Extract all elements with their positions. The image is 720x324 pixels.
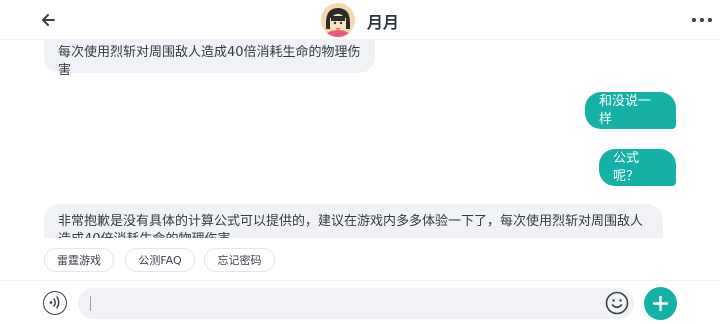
- message-text: 每次使用烈斩对周围敌人造成40倍消耗生命的物理伤害: [58, 45, 361, 78]
- avatar: [321, 3, 355, 37]
- message-list: 每次使用烈斩对周围敌人造成40倍消耗生命的物理伤害 和没说一样 公式呢？ 非常抱…: [0, 40, 720, 238]
- message-text: 非常抱歉是没有具体的计算公式可以提供的，建议在游戏内多多体验一下了，每次使用烈斩…: [58, 214, 644, 238]
- chat-header: 月月: [0, 0, 720, 40]
- message-input[interactable]: [78, 288, 634, 319]
- message-bubble-bot: 每次使用烈斩对周围敌人造成40倍消耗生命的物理伤害: [44, 40, 375, 78]
- input-bar: [0, 280, 720, 324]
- voice-icon[interactable]: [43, 291, 67, 315]
- emoji-icon[interactable]: [605, 291, 629, 315]
- quick-reply-chip[interactable]: 雷霆游戏: [44, 248, 114, 272]
- quick-reply-chip[interactable]: 忘记密码: [204, 248, 275, 272]
- back-arrow-icon[interactable]: [36, 8, 60, 32]
- more-dots-icon[interactable]: [690, 8, 714, 32]
- quick-replies: 雷霆游戏 公测FAQ 忘记密码: [0, 238, 720, 280]
- message-bubble-user: 和没说一样: [585, 92, 676, 129]
- message-text: 公式呢？: [613, 150, 640, 184]
- text-caret: [90, 296, 91, 311]
- chat-title: 月月: [367, 13, 400, 32]
- message-bubble-user: 公式呢？: [599, 149, 676, 186]
- quick-reply-chip[interactable]: 公测FAQ: [125, 248, 195, 272]
- message-bubble-bot: 非常抱歉是没有具体的计算公式可以提供的，建议在游戏内多多体验一下了，每次使用烈斩…: [44, 204, 663, 238]
- message-text: 和没说一样: [599, 93, 652, 127]
- plus-icon[interactable]: [644, 287, 677, 320]
